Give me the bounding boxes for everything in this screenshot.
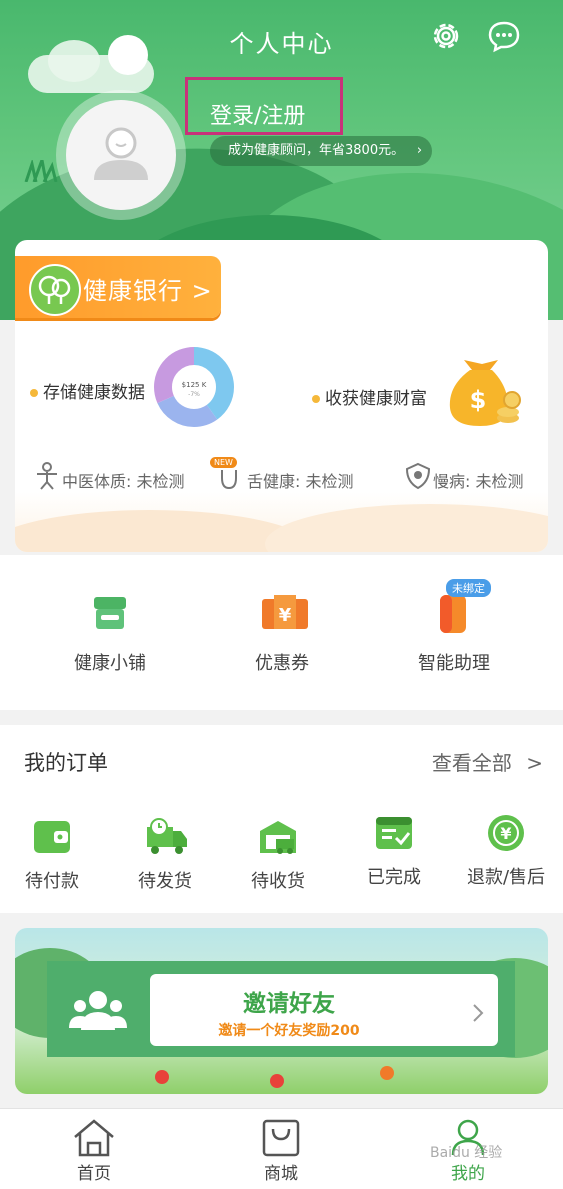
- service-label: 智能助理: [418, 653, 490, 674]
- chart-change: -7%: [188, 391, 200, 398]
- order-label: 待发货: [138, 871, 192, 892]
- unbound-badge: 未绑定: [446, 579, 491, 597]
- invite-friends-banner[interactable]: 邀请好友 邀请一个好友奖励200: [15, 928, 548, 1094]
- yen-refund-icon: ¥: [486, 813, 526, 853]
- view-all-orders-link[interactable]: 查看全部 >: [432, 747, 543, 776]
- tree-icon: [29, 264, 81, 316]
- chevron-right-icon: >: [526, 751, 543, 775]
- svg-text:¥: ¥: [279, 605, 292, 626]
- messages-button[interactable]: [486, 18, 522, 54]
- order-label: 已完成: [367, 867, 421, 888]
- chat-bubble-icon: [488, 21, 520, 53]
- tongue-health-status[interactable]: 舌健康: 未检测: [247, 468, 353, 492]
- tongue-icon: [221, 470, 237, 490]
- health-consultant-promo[interactable]: 成为健康顾问，年省3800元。 ›: [210, 136, 433, 166]
- pending-shipment-button[interactable]: 待发货: [115, 817, 215, 893]
- coupon-icon: ¥: [260, 591, 308, 635]
- reap-wealth-feature: 收获健康财富: [312, 384, 427, 409]
- login-register-link[interactable]: 登录/注册: [210, 98, 305, 130]
- settings-button[interactable]: [428, 18, 464, 54]
- shopping-bag-icon: [258, 1117, 304, 1157]
- services-section: 健康小铺 ¥ 优惠券 未绑定 智能助理: [0, 555, 563, 710]
- truck-clock-icon: [145, 817, 187, 857]
- completed-orders-button[interactable]: 已完成: [344, 813, 444, 889]
- page-title: 个人中心: [229, 30, 334, 58]
- assistant-device-icon: 未绑定: [432, 579, 491, 635]
- order-label: 退款/售后: [466, 867, 546, 888]
- wave-decoration: [15, 492, 548, 552]
- nav-mall[interactable]: 商城: [231, 1117, 331, 1184]
- chronic-disease-status[interactable]: 慢病: 未检测: [433, 468, 523, 492]
- order-label: 待付款: [25, 871, 79, 892]
- invite-subtitle: 邀请一个好友奖励200: [218, 1023, 360, 1039]
- gear-icon: [433, 23, 459, 49]
- donut-chart-icon: $125 K -7%: [154, 347, 234, 427]
- nav-home[interactable]: 首页: [44, 1117, 144, 1184]
- smart-assistant-button[interactable]: 未绑定 智能助理: [384, 579, 524, 675]
- people-group-icon: [69, 991, 127, 1030]
- grass-icon: [24, 160, 58, 182]
- my-orders-section: 我的订单 查看全部 > 待付款 待发货 待收货 已完成 ¥ 退款/售后: [0, 725, 563, 913]
- checklist-icon: [374, 813, 414, 853]
- chart-value: $125 K: [182, 381, 207, 389]
- pending-receipt-button[interactable]: 待收货: [228, 817, 328, 893]
- health-bank-tab[interactable]: 健康银行 >: [15, 256, 221, 318]
- watermark: Baidu 经验: [430, 1145, 503, 1161]
- chevron-right-icon: [473, 1004, 484, 1022]
- warehouse-truck-icon: [258, 817, 298, 857]
- health-shop-button[interactable]: 健康小铺: [40, 591, 180, 675]
- home-icon: [71, 1117, 117, 1157]
- svg-text:¥: ¥: [500, 824, 511, 843]
- body-figure-icon: [37, 462, 57, 490]
- health-bank-card: 健康银行 > 存储健康数据 $125 K -7% 收获健康财富 $ 中医体质: …: [15, 240, 548, 552]
- service-label: 健康小铺: [74, 653, 146, 674]
- shield-heart-icon: [405, 462, 431, 490]
- money-bag-icon: $: [449, 360, 521, 426]
- orders-title: 我的订单: [24, 751, 108, 775]
- health-bank-label: 健康银行 >: [83, 277, 213, 305]
- coupon-button[interactable]: ¥ 优惠券: [212, 591, 352, 675]
- refund-after-sales-button[interactable]: ¥ 退款/售后: [456, 813, 556, 889]
- pending-payment-button[interactable]: 待付款: [2, 817, 102, 893]
- chevron-right-icon: ›: [416, 143, 423, 158]
- shop-icon: [88, 591, 132, 635]
- promo-text: 成为健康顾问，年省3800元。: [228, 143, 405, 158]
- service-label: 优惠券: [255, 653, 309, 674]
- store-data-feature: 存储健康数据: [30, 378, 145, 403]
- default-user-icon: [94, 127, 148, 180]
- wallet-icon: [32, 817, 72, 857]
- order-label: 待收货: [251, 871, 305, 892]
- avatar[interactable]: [66, 100, 176, 210]
- svg-text:$: $: [470, 386, 487, 414]
- invite-title: 邀请好友: [243, 991, 335, 1017]
- tcm-constitution-status[interactable]: 中医体质: 未检测: [62, 468, 184, 492]
